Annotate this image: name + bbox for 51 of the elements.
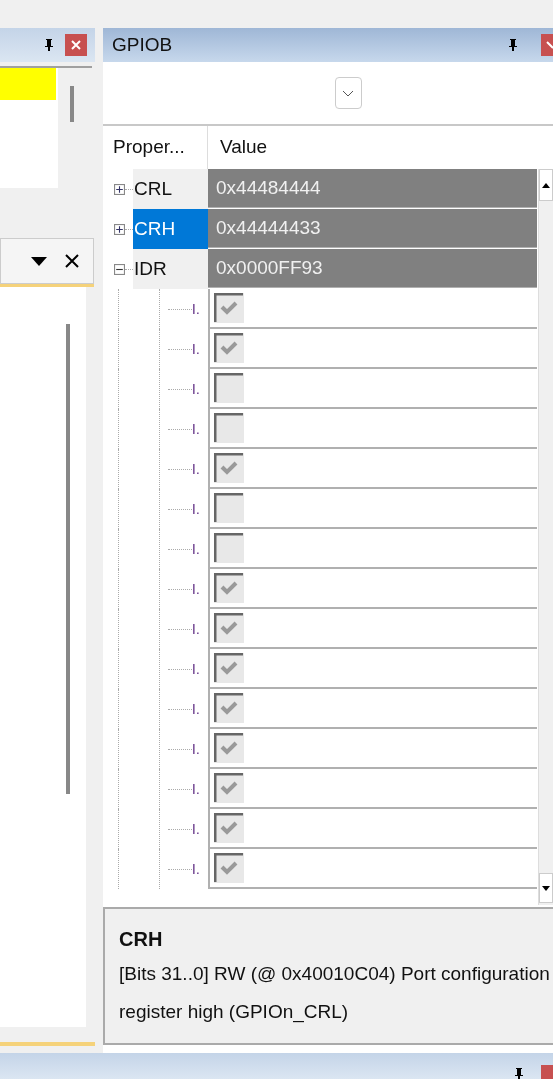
dropdown-arrow-icon[interactable]: [31, 256, 47, 266]
bit-name: I.: [191, 298, 200, 319]
chevron-down-icon: [342, 89, 354, 97]
bit-name: I.: [191, 578, 200, 599]
bit-name: I.: [191, 698, 200, 719]
pin-icon[interactable]: [43, 38, 55, 52]
bit-name: I.: [191, 658, 200, 679]
checkbox[interactable]: [214, 693, 244, 723]
checkbox[interactable]: [214, 333, 244, 363]
property-name[interactable]: CRH: [133, 209, 208, 249]
scroll-up-icon[interactable]: [542, 182, 550, 188]
tooltip-title: CRH: [119, 927, 164, 952]
bit-name: I.: [191, 738, 200, 759]
bit-name: I.: [191, 858, 200, 879]
bit-name: I.: [191, 418, 200, 439]
close-icon[interactable]: [65, 254, 79, 268]
checkbox[interactable]: [214, 853, 244, 883]
checkbox[interactable]: [214, 453, 244, 483]
scrollbar-thumb[interactable]: [70, 86, 74, 122]
checkbox[interactable]: [214, 613, 244, 643]
checkbox[interactable]: [214, 493, 244, 523]
checkbox[interactable]: [214, 573, 244, 603]
bit-name: I.: [191, 538, 200, 559]
bit-name: I.: [191, 778, 200, 799]
pin-icon[interactable]: [507, 38, 519, 52]
tooltip-description: [Bits 31..0] RW (@ 0x40010C04) Port configuration register high (GPIOn_CRL): [119, 962, 551, 1025]
highlighted-cell: [0, 68, 56, 100]
bit-name: I.: [191, 338, 200, 359]
expand-icon[interactable]: [114, 183, 125, 195]
scroll-down-icon[interactable]: [542, 885, 550, 891]
bit-name: I.: [191, 378, 200, 399]
property-name[interactable]: IDR: [133, 249, 208, 289]
bit-name: I.: [191, 458, 200, 479]
checkbox[interactable]: [214, 533, 244, 563]
checkbox[interactable]: [214, 653, 244, 683]
expand-icon[interactable]: [114, 223, 125, 235]
bit-name: I.: [191, 818, 200, 839]
checkbox[interactable]: [214, 413, 244, 443]
property-name[interactable]: CRL: [133, 169, 208, 209]
checkbox[interactable]: [214, 373, 244, 403]
column-header[interactable]: Value: [208, 133, 268, 162]
pin-icon[interactable]: [513, 1067, 525, 1079]
bit-name: I.: [191, 498, 200, 519]
checkbox[interactable]: [214, 293, 244, 323]
checkbox[interactable]: [214, 773, 244, 803]
checkbox[interactable]: [214, 733, 244, 763]
bit-name: I.: [191, 618, 200, 639]
checkbox[interactable]: [214, 813, 244, 843]
panel-title: GPIOB: [112, 32, 174, 57]
collapse-icon[interactable]: [114, 263, 125, 275]
scrollbar-thumb[interactable]: [66, 324, 70, 794]
